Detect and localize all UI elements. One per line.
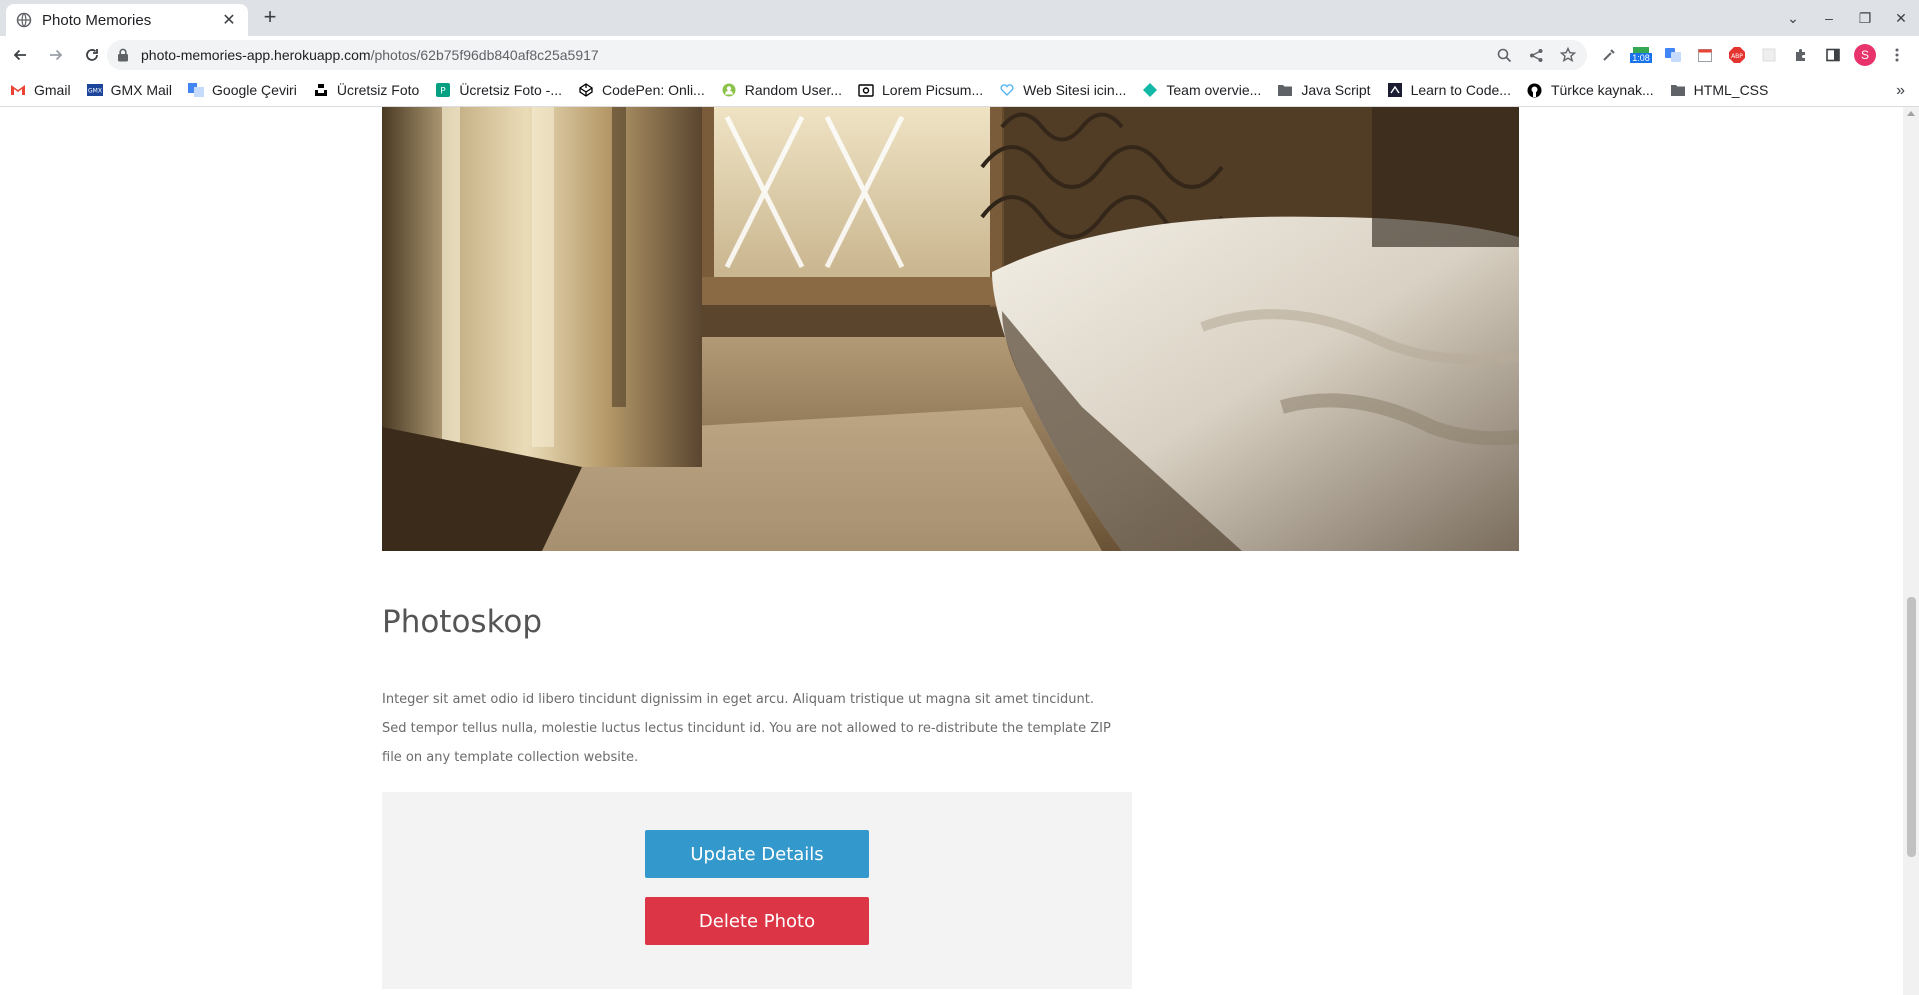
side-panel-icon[interactable] (1822, 44, 1844, 66)
photo-image (382, 107, 1519, 551)
svg-text:GMX: GMX (88, 88, 102, 95)
bookmark-codepen[interactable]: CodePen: Onli... (578, 82, 705, 98)
browser-menu-icon[interactable] (1886, 44, 1908, 66)
bookmark-lorem-picsum[interactable]: Lorem Picsum... (858, 82, 983, 98)
bookmark-team-overview[interactable]: Team overvie... (1142, 82, 1261, 98)
close-tab-icon[interactable]: ✕ (220, 10, 238, 30)
lock-icon[interactable] (117, 48, 131, 62)
scrollbar-thumb[interactable] (1907, 597, 1916, 857)
bookmark-google-ceviri[interactable]: Google Çeviri (188, 82, 297, 98)
bookmark-random-user[interactable]: Random User... (721, 82, 842, 98)
photo-site-icon: P (435, 82, 451, 98)
zoom-icon[interactable] (1495, 46, 1513, 64)
update-details-button[interactable]: Update Details (645, 830, 869, 878)
picsum-icon (858, 82, 874, 98)
photo-actions-panel: Update Details Delete Photo (382, 792, 1132, 989)
bookmark-ucretsiz-foto-2[interactable]: P Ücretsiz Foto -... (435, 82, 562, 98)
url-text[interactable]: photo-memories-app.herokuapp.com/photos/… (141, 47, 599, 63)
reload-icon[interactable] (76, 39, 108, 71)
restore-icon[interactable]: ❐ (1847, 0, 1883, 36)
more-bookmarks-chevron-icon[interactable]: » (1896, 82, 1905, 100)
adblock-icon[interactable]: ABP (1726, 44, 1748, 66)
bookmark-folder-java-script[interactable]: Java Script (1277, 82, 1371, 98)
random-user-icon (721, 82, 737, 98)
unsplash-icon (313, 82, 329, 98)
svg-text:P: P (441, 87, 447, 97)
photo-description: Integer sit amet odio id libero tincidun… (382, 692, 1111, 765)
browser-toolbar: photo-memories-app.herokuapp.com/photos/… (0, 36, 1919, 74)
tab-title: Photo Memories (42, 11, 152, 29)
translate-extension-icon[interactable] (1662, 44, 1684, 66)
bookmark-ucretsiz-foto[interactable]: Ücretsiz Foto (313, 82, 419, 98)
url-domain: photo-memories-app.herokuapp.com (141, 47, 371, 63)
back-icon[interactable] (4, 39, 36, 71)
svg-text:ABP: ABP (1731, 53, 1743, 60)
page-viewport: Photoskop Integer sit amet odio id liber… (0, 107, 1903, 995)
puzzle-icon[interactable] (1790, 44, 1812, 66)
bookmark-web-sitesi[interactable]: Web Sitesi icin... (999, 82, 1126, 98)
heart-icon (999, 82, 1015, 98)
folder-icon (1277, 82, 1293, 98)
photo-title: Photoskop (382, 604, 543, 640)
address-bar-actions (1495, 46, 1577, 64)
window-controls: ⌄ – ❐ ✕ (1775, 0, 1919, 36)
folder-icon (1670, 82, 1686, 98)
bookmarks-bar: Gmail GMX GMX Mail Google Çeviri Ücretsi… (0, 74, 1919, 107)
delete-photo-button[interactable]: Delete Photo (645, 897, 869, 945)
bookmark-label: GMX Mail (110, 82, 173, 98)
bookmark-label: CodePen: Onli... (602, 82, 705, 98)
gmail-icon (10, 82, 26, 98)
translate-icon (188, 82, 205, 98)
browser-tab-strip: Photo Memories ✕ + ⌄ – ❐ ✕ (0, 0, 1919, 36)
bookmark-label: Ücretsiz Foto (336, 82, 420, 98)
bookmark-gmx-mail[interactable]: GMX GMX Mail (86, 82, 173, 98)
learn-icon (1387, 82, 1403, 98)
codepen-icon (578, 82, 594, 98)
bookmark-learn-to-code[interactable]: Learn to Code... (1387, 82, 1511, 98)
eyedropper-icon[interactable] (1598, 44, 1620, 66)
minimize-icon[interactable]: – (1811, 0, 1847, 36)
bookmark-star-icon[interactable] (1559, 46, 1577, 64)
diamond-icon (1142, 82, 1158, 98)
bookmark-label: Ücretsiz Foto -... (459, 82, 562, 98)
extension-icons: 1:08 ABP S (1598, 40, 1908, 70)
bookmark-label: Random User... (744, 82, 842, 98)
tab-search-icon[interactable]: ⌄ (1775, 0, 1811, 36)
page-scrollbar[interactable] (1903, 107, 1919, 995)
github-icon (1527, 82, 1543, 98)
bookmark-label: Web Sitesi icin... (1023, 82, 1127, 98)
forward-icon[interactable] (40, 39, 72, 71)
timer-extension-icon[interactable]: 1:08 (1630, 44, 1652, 66)
new-tab-button[interactable]: + (258, 6, 282, 30)
scroll-up-arrow-icon[interactable] (1907, 111, 1915, 116)
bookmark-folder-html-css[interactable]: HTML_CSS (1670, 82, 1769, 98)
globe-icon (16, 12, 32, 28)
bookmark-label: Team overvie... (1166, 82, 1262, 98)
timer-badge: 1:08 (1630, 53, 1652, 63)
address-bar[interactable]: photo-memories-app.herokuapp.com/photos/… (107, 40, 1587, 70)
close-window-icon[interactable]: ✕ (1883, 0, 1919, 36)
bookmark-label: Lorem Picsum... (882, 82, 984, 98)
bookmark-label: Google Çeviri (212, 82, 297, 98)
bookmark-label: Gmail (34, 82, 71, 98)
share-icon[interactable] (1527, 46, 1545, 64)
bookmark-gmail[interactable]: Gmail (10, 82, 71, 98)
gmx-icon: GMX (86, 82, 103, 98)
url-path: /photos/62b75f96db840af8c25a5917 (370, 47, 599, 63)
bookmark-turkce-kaynak[interactable]: Türkce kaynak... (1527, 82, 1654, 98)
bookmark-label: Learn to Code... (1410, 82, 1511, 98)
blank-extension-icon[interactable] (1758, 44, 1780, 66)
profile-avatar[interactable]: S (1854, 44, 1876, 66)
bookmark-label: Java Script (1301, 82, 1371, 98)
bookmark-label: Türkce kaynak... (1550, 82, 1654, 98)
browser-tab[interactable]: Photo Memories ✕ (6, 4, 248, 36)
bookmark-label: HTML_CSS (1693, 82, 1769, 98)
calendar-extension-icon[interactable] (1694, 44, 1716, 66)
